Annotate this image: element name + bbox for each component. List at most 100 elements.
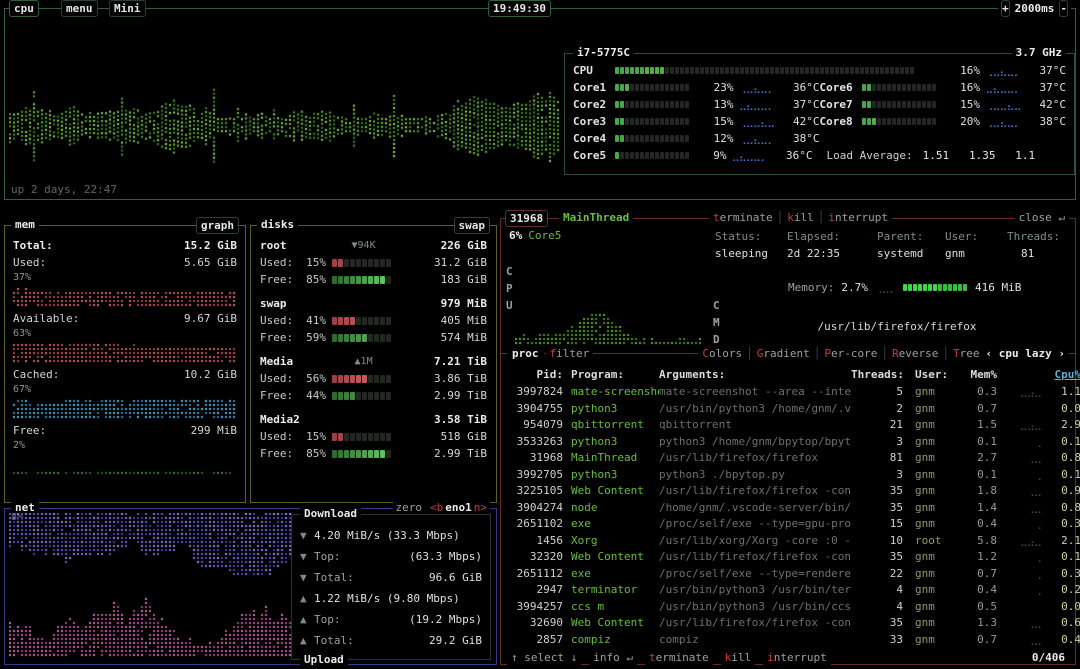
download-total-row: ▼Total:96.6 GiB: [300, 567, 482, 588]
process-user: gnm: [915, 417, 963, 434]
core-label: Core7: [820, 96, 862, 113]
process-row[interactable]: 3992705python3python3 ./bpytop.py3gnm0.1…: [507, 467, 1069, 484]
process-row[interactable]: 31968MainThread/usr/lib/firefox/firefox8…: [507, 450, 1069, 467]
core-temp-graph: ⢀⣀⣀⣄⣀: [734, 113, 780, 130]
cpu-total-meter: [615, 67, 948, 74]
disk-meter: [332, 433, 429, 441]
process-program: exe: [571, 566, 659, 583]
upload-arrow-icon: ▲: [300, 609, 314, 630]
interrupt-button[interactable]: interrupt: [828, 211, 888, 224]
process-program: terminator: [571, 582, 659, 599]
cmd-vertical-label: CMD: [713, 297, 720, 348]
option-colors-button[interactable]: Colors: [702, 347, 742, 360]
footer-signal-buttons: terminate kill interrupt: [645, 650, 831, 665]
option-reverse-button[interactable]: Reverse: [892, 347, 938, 360]
disk-size: 3.58 TiB: [434, 411, 487, 428]
process-threads: 10: [851, 533, 903, 550]
process-user: gnm: [915, 516, 963, 533]
filter-button[interactable]: filter: [546, 346, 594, 361]
column-header-pid[interactable]: Pid:: [507, 367, 563, 383]
prev-interface-key[interactable]: <b: [430, 501, 443, 514]
column-header-threads[interactable]: Threads:: [851, 367, 903, 383]
process-cpu: 0.6: [1041, 615, 1080, 632]
swap-toggle-button[interactable]: swap: [454, 217, 491, 234]
process-row[interactable]: 3225105Web Content/usr/lib/firefox/firef…: [507, 483, 1069, 500]
signal-buttons: terminate│kill│interrupt: [709, 211, 892, 225]
core-label: Core1: [573, 79, 615, 96]
interrupt-footer-button[interactable]: interrupt: [763, 650, 831, 665]
core-label: Core6: [820, 79, 862, 96]
core-meter: [862, 118, 949, 125]
process-row[interactable]: 954079qbittorrentqbittorrent21gnm1.5⣀⣠⣀2…: [507, 417, 1069, 434]
detail-memory-row: Memory: 2.7% ⢀⣀⡀ 416 MiB: [788, 281, 1021, 294]
mem-stat-label: Used:: [13, 254, 46, 271]
column-header-mem[interactable]: Mem%: [963, 367, 997, 383]
cpu-box-title[interactable]: cpu: [9, 0, 39, 17]
interval-increase-button[interactable]: +: [1001, 0, 1010, 17]
select-control[interactable]: ↑ select ↓: [507, 650, 581, 665]
process-row[interactable]: 2651102exe/proc/self/exe --type=gpu-pro1…: [507, 516, 1069, 533]
process-row[interactable]: 3904755python3/usr/bin/python3 /home/gnm…: [507, 401, 1069, 418]
process-cpu: 0.1: [1041, 434, 1080, 451]
next-interface-key[interactable]: n>: [474, 501, 487, 514]
cpu-temp-graph: ⢀⣀⣄⣀⡀: [980, 62, 1026, 79]
process-row[interactable]: 2651112exe/proc/self/exe --type=rendere2…: [507, 566, 1069, 583]
close-button[interactable]: close ↵: [1015, 211, 1069, 225]
process-cpu-graph: [997, 401, 1041, 418]
mem-stats-panel: Total: 15.2 GiB Used:5.65 GiB37%Availabl…: [5, 226, 245, 475]
process-cpu-graph: ⢀⣀: [997, 500, 1041, 517]
tab-proc[interactable]: proc: [507, 346, 544, 361]
core-percent: 9%: [695, 147, 727, 164]
core-stats: Core412%⢀⣀⣄⣀⡀38°C: [573, 130, 820, 147]
column-header-cpu[interactable]: Cpu%: [1041, 367, 1080, 383]
disk-size: 979 MiB: [441, 295, 487, 312]
option-per-core-button[interactable]: Per-core: [824, 347, 877, 360]
process-row[interactable]: 32690Web Content/usr/lib/firefox/firefox…: [507, 615, 1069, 632]
process-row[interactable]: 2947terminator/usr/bin/python3 /usr/bin/…: [507, 582, 1069, 599]
graph-mode-button[interactable]: graph: [196, 217, 239, 234]
core-meter: [615, 101, 702, 108]
process-row[interactable]: 2857compizcompiz33gnm0.7⢀⣀0.4: [507, 632, 1069, 649]
zero-button[interactable]: zero: [396, 500, 423, 515]
process-program: node: [571, 500, 659, 517]
process-row[interactable]: 3904274node/home/gnm/.vscode-server/bin/…: [507, 500, 1069, 517]
disk-name: swap: [260, 295, 287, 312]
net-controls: zero <beno1n>: [393, 500, 491, 515]
process-mem: 0.1: [963, 434, 997, 451]
upload-title: Upload: [300, 653, 348, 667]
column-header-arguments[interactable]: Arguments:: [659, 367, 851, 383]
process-program: exe: [571, 516, 659, 533]
net-stat-rows: ▼4.20 MiB/s (33.3 Mbps) ▼Top:(63.3 Mbps)…: [292, 515, 490, 651]
download-arrow-icon: ▼: [300, 567, 314, 588]
sort-selector[interactable]: ‹ cpu lazy ›: [986, 346, 1065, 361]
kill-footer-button[interactable]: kill: [721, 650, 756, 665]
core-stats: Core820%⢀⣀⣄⣀⡀38°C: [820, 113, 1067, 130]
process-arguments: /usr/bin/python3 /usr/bin/ccs: [659, 599, 851, 616]
interface-selector[interactable]: <beno1n>: [430, 500, 487, 515]
process-row[interactable]: 3533263python3python3 /home/gnm/bpytop/b…: [507, 434, 1069, 451]
process-row[interactable]: 1456Xorg/usr/lib/xorg/Xorg -core :0 -10r…: [507, 533, 1069, 550]
disks-box-title: disks: [257, 218, 298, 232]
terminate-button[interactable]: terminate: [713, 211, 773, 224]
interval-decrease-button[interactable]: -: [1059, 0, 1068, 17]
process-row[interactable]: 3994257ccs m/usr/bin/python3 /usr/bin/cc…: [507, 599, 1069, 616]
mini-mode-toggle[interactable]: Mini: [109, 0, 146, 17]
core-temp-graph: ⣀⣄⣀⣀⡀: [980, 79, 1026, 96]
core-stats: Core715%⢀⣀⣀⣄⣀42°C: [820, 96, 1067, 113]
mem-stat-percent: 2%: [13, 439, 237, 453]
mem-stat-percent: 63%: [13, 327, 237, 341]
process-arguments: /home/gnm/.vscode-server/bin/: [659, 500, 851, 517]
option-tree-button[interactable]: Tree: [953, 347, 980, 360]
process-mem: 1.2: [963, 549, 997, 566]
menu-button[interactable]: menu: [61, 0, 98, 17]
option-gradient-button[interactable]: Gradient: [757, 347, 810, 360]
process-row[interactable]: 3997824mate-screenshomate-screenshot --a…: [507, 384, 1069, 401]
kill-button[interactable]: kill: [787, 211, 814, 224]
column-header-program[interactable]: Program:: [571, 367, 659, 383]
threads-value: 81: [1007, 247, 1071, 260]
process-row[interactable]: 32320Web Content/usr/lib/firefox/firefox…: [507, 549, 1069, 566]
column-header-user[interactable]: User:: [915, 367, 963, 383]
info-button[interactable]: info ↵: [589, 650, 637, 665]
proc-footer: ↑ select ↓ info ↵ terminate kill interrupt…: [507, 649, 1069, 666]
terminate-footer-button[interactable]: terminate: [645, 650, 713, 665]
